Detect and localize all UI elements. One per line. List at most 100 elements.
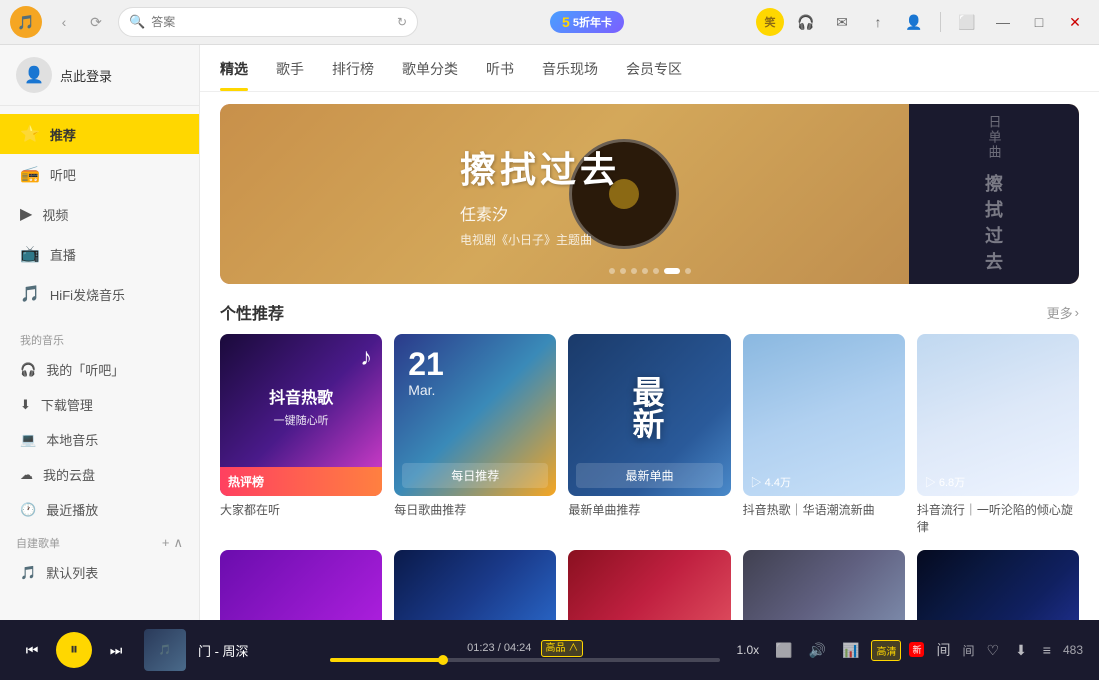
sidebar-item-tingba[interactable]: 📻 听吧 <box>0 154 199 194</box>
card-new-singles[interactable]: 最 新 最新单曲 最新单曲推荐 <box>568 334 730 536</box>
bottom-card-5[interactable] <box>917 550 1079 620</box>
bottom-inner-4 <box>743 550 905 620</box>
search-input[interactable] <box>151 15 391 29</box>
card-person2[interactable]: ▷ 6.8万 抖音流行｜一听沦陷的倾心旋律 <box>917 334 1079 536</box>
title-bar: 🎵 ‹ ⟳ 🔍 ↻ 5 5折年卡 笑 🎧 ✉ ↑ 👤 ⬜ — □ ✕ <box>0 0 1099 45</box>
section-more-personal[interactable]: 更多 › <box>1047 303 1079 322</box>
tab-concert[interactable]: 音乐现场 <box>542 45 598 91</box>
bottom-thumb-5 <box>917 550 1079 620</box>
tab-audiobook[interactable]: 听书 <box>486 45 514 91</box>
dot-4 <box>653 268 659 274</box>
card-daily[interactable]: 21 Mar. 每日推荐 每日歌曲推荐 <box>394 334 556 536</box>
quality-badge[interactable]: 高品 ∧ <box>541 640 584 657</box>
tiktok-icon: ♪ <box>360 344 372 372</box>
sidebar-item-hifi[interactable]: 🎵 HiFi发烧音乐 <box>0 274 199 314</box>
download-button[interactable]: ⬇ <box>1011 638 1031 663</box>
next-button[interactable]: ⏭ <box>100 634 132 666</box>
vip-avatar[interactable]: 笑 <box>756 8 784 36</box>
search-bar[interactable]: 🔍 ↻ <box>118 7 418 37</box>
new-text: 最 新 <box>632 377 666 441</box>
collapse-button[interactable]: ∧ <box>173 535 183 551</box>
screen-mode-icon[interactable]: ⬜ <box>953 8 981 36</box>
tab-singer[interactable]: 歌手 <box>276 45 304 91</box>
login-text: 点此登录 <box>60 66 112 85</box>
sidebar-item-local[interactable]: 💻 本地音乐 <box>0 422 199 457</box>
play-pause-button[interactable]: ⏸ <box>56 632 92 668</box>
card-person1[interactable]: ▷ 4.4万 抖音热歌｜华语潮流新曲 <box>743 334 905 536</box>
comment-count: 间 <box>962 642 974 659</box>
headphone-icon[interactable]: 🎧 <box>792 8 820 36</box>
close-icon[interactable]: ✕ <box>1061 8 1089 36</box>
mail-icon[interactable]: ✉ <box>828 8 856 36</box>
screen-button[interactable]: ⬜ <box>771 638 796 663</box>
promo-badge[interactable]: 5 5折年卡 <box>550 11 624 33</box>
sidebar-item-cloud[interactable]: ☁ 我的云盘 <box>0 457 199 492</box>
progress-bar[interactable] <box>330 658 720 662</box>
player-bar: ⏮ ⏸ ⏭ 🎵 门 - 周深 01:23 / 04:24 高品 ∧ 1.0x ⬜ <box>0 620 1099 680</box>
app-logo: 🎵 <box>10 6 42 38</box>
star-icon: ⭐ <box>20 124 40 144</box>
banner[interactable]: 擦拭过去 任素汐 电视剧《小日子》主题曲 日单曲 擦拭过去 <box>220 104 1079 284</box>
player-thumb-image: 🎵 <box>144 629 186 671</box>
sidebar-item-download[interactable]: ⬇ 下载管理 <box>0 387 199 422</box>
minimize-icon[interactable]: — <box>989 8 1017 36</box>
sidebar-item-recommend[interactable]: ⭐ 推荐 <box>0 114 199 154</box>
sidebar-label-tingba: 听吧 <box>50 165 76 184</box>
sidebar-label-hifi: HiFi发烧音乐 <box>50 285 125 304</box>
equalizer-button[interactable]: 📊 <box>838 638 863 663</box>
speed-control[interactable]: 1.0x <box>732 641 763 659</box>
default-playlist-label: 默认列表 <box>46 563 98 582</box>
card-thumb-douyin: 抖音热歌 一键随心听 ♪ ↻ 热评榜 <box>220 334 382 496</box>
upload-icon[interactable]: ↑ <box>864 8 892 36</box>
tab-charts[interactable]: 排行榜 <box>332 45 374 91</box>
bottom-card-2[interactable] <box>394 550 556 620</box>
hot-badge: 热评榜 <box>220 467 382 496</box>
person2-bg: ▷ 6.8万 <box>917 334 1079 496</box>
playlist-button[interactable]: ≡ <box>1039 638 1055 662</box>
banner-subtitle: 电视剧《小日子》主题曲 <box>460 231 620 248</box>
forward-button[interactable]: ⟳ <box>82 8 110 36</box>
prev-button[interactable]: ⏮ <box>16 634 48 666</box>
sidebar-nav: ⭐ 推荐 📻 听吧 ▶ 视频 📺 直播 🎵 HiFi发烧音乐 <box>0 106 199 322</box>
bottom-thumb-4 <box>743 550 905 620</box>
banner-dots <box>609 268 691 274</box>
bottom-card-1[interactable] <box>220 550 382 620</box>
back-button[interactable]: ‹ <box>50 8 78 36</box>
card-douyin-hot[interactable]: 抖音热歌 一键随心听 ♪ ↻ 热评榜 大家都在听 <box>220 334 382 536</box>
comment-button[interactable]: 间 <box>932 636 954 664</box>
video-icon: ▶ <box>20 204 32 224</box>
sidebar-item-my-tingba[interactable]: 🎧 我的「听吧」 <box>0 352 199 387</box>
content-scroll: 擦拭过去 任素汐 电视剧《小日子》主题曲 日单曲 擦拭过去 <box>200 92 1099 620</box>
tab-playlists[interactable]: 歌单分类 <box>402 45 458 91</box>
hifi-icon: 🎵 <box>20 284 40 304</box>
hot-label: 热评榜 <box>228 473 264 490</box>
promo-num: 5 <box>562 14 570 30</box>
new-bg: 最 新 最新单曲 <box>568 334 730 496</box>
hd-badge[interactable]: 高清 <box>871 640 901 661</box>
content-area: 精选 歌手 排行榜 歌单分类 听书 音乐现场 会员专区 <box>200 45 1099 620</box>
account-icon[interactable]: 👤 <box>900 8 928 36</box>
sidebar-item-recent[interactable]: 🕐 最近播放 <box>0 492 199 527</box>
tab-vip[interactable]: 会员专区 <box>626 45 682 91</box>
banner-right-text: 日单曲 <box>985 115 1004 160</box>
play-count-2: ▷ 6.8万 <box>925 474 965 490</box>
my-music-section-title: 我的音乐 <box>0 322 199 352</box>
sidebar-item-live[interactable]: 📺 直播 <box>0 234 199 274</box>
player-song-title: 门 - 周深 <box>198 641 318 660</box>
maximize-icon[interactable]: □ <box>1025 8 1053 36</box>
banner-content: 擦拭过去 任素汐 电视剧《小日子》主题曲 <box>460 141 620 248</box>
bottom-card-4[interactable] <box>743 550 905 620</box>
time-current: 01:23 <box>467 642 495 654</box>
add-playlist-button[interactable]: + <box>162 535 170 551</box>
sidebar-item-default-playlist[interactable]: 🎵 默认列表 <box>0 555 199 590</box>
login-button[interactable]: 👤 点此登录 <box>0 45 199 106</box>
volume-button[interactable]: 🔊 <box>805 638 830 663</box>
navigation-controls: ‹ ⟳ <box>50 8 110 36</box>
bottom-card-3[interactable] <box>568 550 730 620</box>
main-layout: 👤 点此登录 ⭐ 推荐 📻 听吧 ▶ 视频 📺 直播 🎵 HiFi发烧音 <box>0 45 1099 620</box>
tab-featured[interactable]: 精选 <box>220 45 248 91</box>
banner-right-title: 擦拭过去 <box>985 170 1003 274</box>
heart-button[interactable]: ♡ <box>983 638 1004 663</box>
search-icon: 🔍 <box>129 14 145 30</box>
sidebar-item-video[interactable]: ▶ 视频 <box>0 194 199 234</box>
